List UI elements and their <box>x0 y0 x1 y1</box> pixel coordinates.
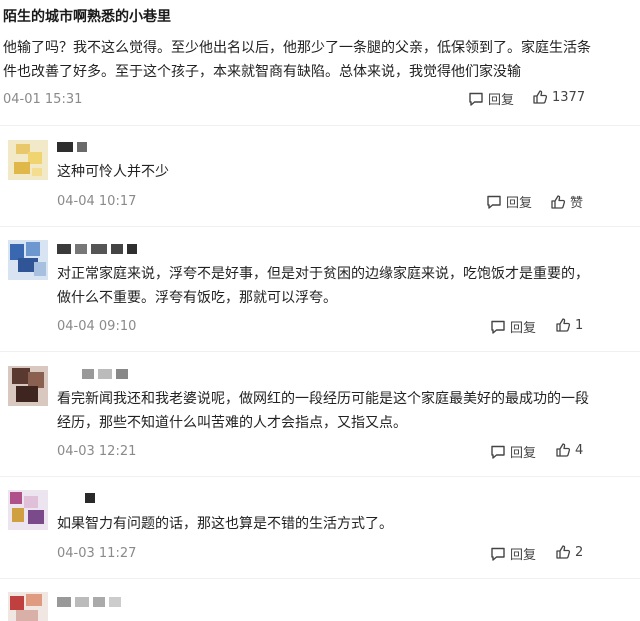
divider <box>0 351 640 352</box>
divider <box>0 226 640 227</box>
comment-like-button[interactable]: 1 <box>555 317 583 333</box>
reply-label: 回复 <box>488 93 515 108</box>
avatar[interactable] <box>8 366 48 406</box>
avatar[interactable] <box>8 140 48 180</box>
comment-icon <box>486 194 502 210</box>
post-text-line-1: 他输了吗？我不这么觉得。至少他出名以后，他那少了一条腿的父亲，低保领到了。家庭生… <box>3 40 591 56</box>
comment-timestamp: 04-03 11:27 <box>57 546 137 561</box>
thumbs-up-icon <box>555 317 571 333</box>
avatar[interactable] <box>8 490 48 530</box>
like-count: 4 <box>575 442 584 458</box>
reply-label: 回复 <box>510 321 537 336</box>
comment-text: 如果智力有问题的话，那这也算是不错的生活方式了。 <box>57 516 393 532</box>
username-redacted <box>57 244 137 254</box>
like-count: 1 <box>575 317 584 333</box>
thumbs-up-icon <box>555 442 571 458</box>
comment-icon <box>490 319 506 335</box>
post-text-line-2: 件也改善了好多。至于这个孩子，本来就智商有缺陷。总体来说，我觉得他们家没输 <box>3 64 521 80</box>
like-count: 1377 <box>552 89 586 105</box>
post-author-title[interactable]: 陌生的城市啊熟悉的小巷里 <box>3 6 171 26</box>
comment-reply-button[interactable]: 回复 <box>490 544 536 563</box>
comment-icon <box>468 91 484 107</box>
like-count: 2 <box>575 544 584 560</box>
divider <box>0 476 640 477</box>
comment-like-button[interactable]: 赞 <box>550 192 583 211</box>
reply-label: 回复 <box>510 548 537 563</box>
reply-label: 回复 <box>510 446 537 461</box>
thumbs-up-icon <box>550 194 566 210</box>
comment-icon <box>490 444 506 460</box>
avatar[interactable] <box>8 240 48 280</box>
reply-label: 回复 <box>506 196 533 211</box>
like-label: 赞 <box>570 196 584 211</box>
comment-reply-button[interactable]: 回复 <box>490 317 536 336</box>
comment-reply-button[interactable]: 回复 <box>490 442 536 461</box>
comment-text: 这种可怜人并不少 <box>57 164 169 180</box>
comment-timestamp: 04-03 12:21 <box>57 444 137 459</box>
post-reply-button[interactable]: 回复 <box>468 89 514 108</box>
comment-text-line-2: 经历，那些不知道什么叫苦难的人才会指点，又指又点。 <box>57 415 407 431</box>
divider <box>0 125 640 126</box>
thumbs-up-icon <box>555 544 571 560</box>
thumbs-up-icon <box>532 89 548 105</box>
comment-text-line-2: 做什么不重要。浮夸有饭吃，那就可以浮夸。 <box>57 290 337 306</box>
comment-reply-button[interactable]: 回复 <box>486 192 532 211</box>
username-redacted <box>82 369 128 379</box>
comment-text-line-1: 对正常家庭来说，浮夸不是好事，但是对于贫困的边缘家庭来说，吃饱饭才是重要的， <box>57 266 589 282</box>
comment-like-button[interactable]: 2 <box>555 544 583 560</box>
post-timestamp: 04-01 15:31 <box>3 92 83 107</box>
comment-timestamp: 04-04 10:17 <box>57 194 137 209</box>
comment-icon <box>490 546 506 562</box>
username-redacted <box>85 493 95 503</box>
post-like-button[interactable]: 1377 <box>532 89 585 105</box>
divider <box>0 578 640 579</box>
comment-timestamp: 04-04 09:10 <box>57 319 137 334</box>
comment-like-button[interactable]: 4 <box>555 442 583 458</box>
username-redacted <box>57 142 87 152</box>
username-redacted <box>57 597 121 607</box>
avatar[interactable] <box>8 592 48 621</box>
comment-text-line-1: 看完新闻我还和我老婆说呢，做网红的一段经历可能是这个家庭最美好的最成功的一段 <box>57 391 589 407</box>
